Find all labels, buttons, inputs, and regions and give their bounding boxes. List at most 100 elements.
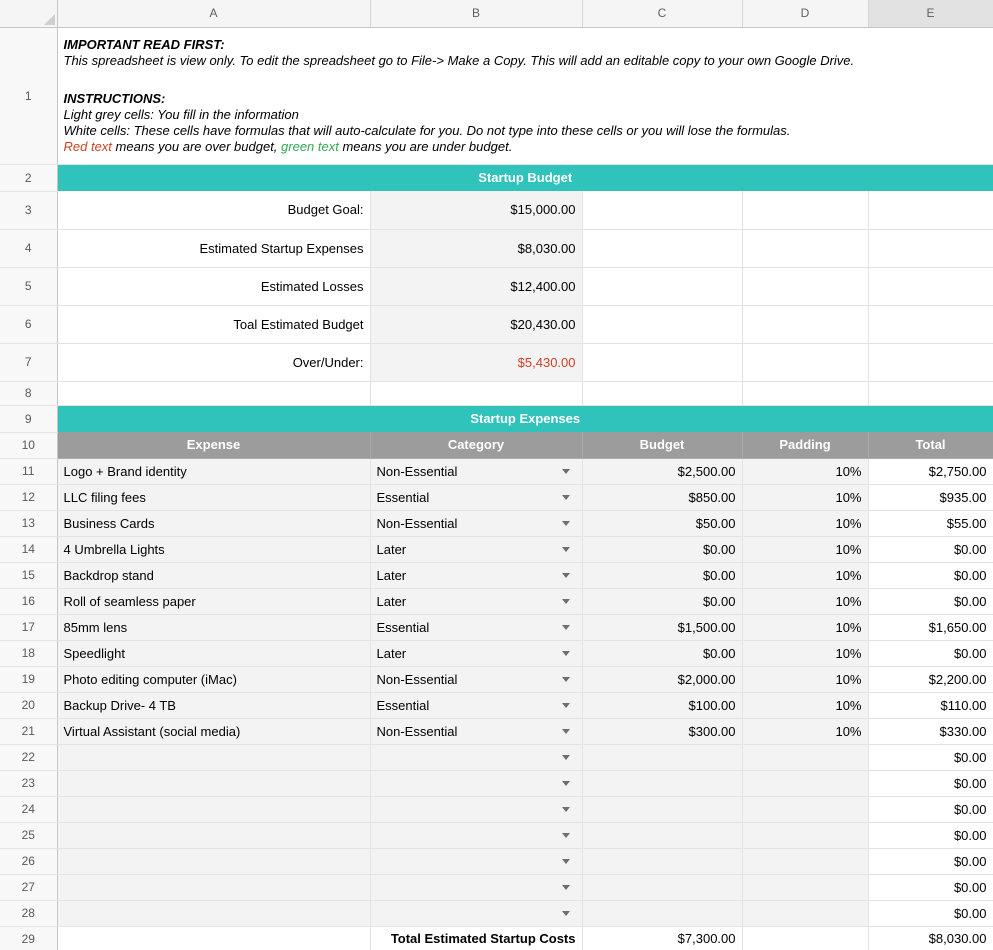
expense-name-cell[interactable]: Virtual Assistant (social media) — [57, 718, 370, 744]
row-number[interactable]: 23 — [0, 770, 57, 796]
total-cell[interactable]: $0.00 — [868, 744, 993, 770]
budget-amount-cell[interactable]: $850.00 — [582, 484, 742, 510]
row-number[interactable]: 18 — [0, 640, 57, 666]
header-padding[interactable]: Padding — [742, 432, 868, 458]
padding-cell[interactable] — [742, 848, 868, 874]
padding-cell[interactable] — [742, 874, 868, 900]
empty-cell[interactable] — [742, 191, 868, 229]
budget-goal-label[interactable]: Budget Goal: — [57, 191, 370, 229]
padding-cell[interactable]: 10% — [742, 588, 868, 614]
expense-name-cell[interactable]: LLC filing fees — [57, 484, 370, 510]
estimated-losses-value[interactable]: $12,400.00 — [370, 267, 582, 305]
dropdown-arrow-icon[interactable] — [562, 469, 570, 474]
expense-name-cell[interactable]: Speedlight — [57, 640, 370, 666]
padding-cell[interactable]: 10% — [742, 666, 868, 692]
budget-amount-cell[interactable]: $2,500.00 — [582, 458, 742, 484]
dropdown-arrow-icon[interactable] — [562, 729, 570, 734]
empty-cell[interactable] — [582, 343, 742, 381]
row-number[interactable]: 15 — [0, 562, 57, 588]
total-cell[interactable]: $0.00 — [868, 588, 993, 614]
padding-cell[interactable]: 10% — [742, 458, 868, 484]
empty-cell[interactable] — [582, 229, 742, 267]
total-cell[interactable]: $330.00 — [868, 718, 993, 744]
column-header-e[interactable]: E — [868, 0, 993, 27]
total-cell[interactable]: $0.00 — [868, 822, 993, 848]
total-budget-sum-cell[interactable]: $7,300.00 — [582, 926, 742, 950]
empty-cell[interactable] — [742, 229, 868, 267]
budget-amount-cell[interactable] — [582, 770, 742, 796]
row-number[interactable]: 13 — [0, 510, 57, 536]
budget-amount-cell[interactable]: $50.00 — [582, 510, 742, 536]
budget-amount-cell[interactable] — [582, 796, 742, 822]
budget-amount-cell[interactable] — [582, 822, 742, 848]
padding-cell[interactable] — [742, 770, 868, 796]
budget-amount-cell[interactable]: $1,500.00 — [582, 614, 742, 640]
padding-cell[interactable]: 10% — [742, 536, 868, 562]
expense-name-cell[interactable]: Photo editing computer (iMac) — [57, 666, 370, 692]
row-number[interactable]: 22 — [0, 744, 57, 770]
empty-cell[interactable] — [742, 305, 868, 343]
row-number[interactable]: 9 — [0, 405, 57, 432]
dropdown-arrow-icon[interactable] — [562, 807, 570, 812]
select-all-corner[interactable] — [0, 0, 57, 27]
expense-name-cell[interactable] — [57, 796, 370, 822]
header-expense[interactable]: Expense — [57, 432, 370, 458]
budget-amount-cell[interactable] — [582, 744, 742, 770]
row-number[interactable]: 19 — [0, 666, 57, 692]
dropdown-arrow-icon[interactable] — [562, 651, 570, 656]
category-dropdown-cell[interactable]: Later — [370, 588, 582, 614]
total-cell[interactable]: $935.00 — [868, 484, 993, 510]
row-number[interactable]: 8 — [0, 381, 57, 405]
empty-cell[interactable] — [868, 381, 993, 405]
dropdown-arrow-icon[interactable] — [562, 911, 570, 916]
column-header-d[interactable]: D — [742, 0, 868, 27]
row-number[interactable]: 7 — [0, 343, 57, 381]
empty-cell[interactable] — [57, 381, 370, 405]
estimated-expenses-label[interactable]: Estimated Startup Expenses — [57, 229, 370, 267]
category-dropdown-cell[interactable] — [370, 770, 582, 796]
category-dropdown-cell[interactable] — [370, 822, 582, 848]
category-dropdown-cell[interactable]: Non-Essential — [370, 458, 582, 484]
budget-amount-cell[interactable] — [582, 874, 742, 900]
budget-goal-value[interactable]: $15,000.00 — [370, 191, 582, 229]
empty-cell[interactable] — [742, 343, 868, 381]
column-header-b[interactable]: B — [370, 0, 582, 27]
padding-cell[interactable] — [742, 796, 868, 822]
padding-cell[interactable] — [742, 822, 868, 848]
header-budget[interactable]: Budget — [582, 432, 742, 458]
dropdown-arrow-icon[interactable] — [562, 547, 570, 552]
total-sum-cell[interactable]: $8,030.00 — [868, 926, 993, 950]
category-dropdown-cell[interactable]: Non-Essential — [370, 718, 582, 744]
budget-amount-cell[interactable]: $0.00 — [582, 588, 742, 614]
budget-section-title[interactable]: Startup Budget — [57, 164, 993, 191]
empty-cell[interactable] — [582, 191, 742, 229]
total-cell[interactable]: $1,650.00 — [868, 614, 993, 640]
empty-cell[interactable] — [57, 926, 370, 950]
row-number[interactable]: 5 — [0, 267, 57, 305]
row-number[interactable]: 6 — [0, 305, 57, 343]
budget-amount-cell[interactable]: $300.00 — [582, 718, 742, 744]
dropdown-arrow-icon[interactable] — [562, 599, 570, 604]
row-number[interactable]: 17 — [0, 614, 57, 640]
row-number[interactable]: 14 — [0, 536, 57, 562]
row-number[interactable]: 20 — [0, 692, 57, 718]
header-total[interactable]: Total — [868, 432, 993, 458]
category-dropdown-cell[interactable] — [370, 900, 582, 926]
row-number[interactable]: 3 — [0, 191, 57, 229]
category-dropdown-cell[interactable] — [370, 744, 582, 770]
budget-amount-cell[interactable] — [582, 900, 742, 926]
expense-name-cell[interactable]: 85mm lens — [57, 614, 370, 640]
total-cell[interactable]: $0.00 — [868, 562, 993, 588]
total-costs-label[interactable]: Total Estimated Startup Costs — [370, 926, 582, 950]
dropdown-arrow-icon[interactable] — [562, 573, 570, 578]
category-dropdown-cell[interactable] — [370, 874, 582, 900]
empty-cell[interactable] — [868, 305, 993, 343]
row-number[interactable]: 2 — [0, 164, 57, 191]
dropdown-arrow-icon[interactable] — [562, 859, 570, 864]
empty-cell[interactable] — [868, 191, 993, 229]
row-number[interactable]: 21 — [0, 718, 57, 744]
dropdown-arrow-icon[interactable] — [562, 677, 570, 682]
empty-cell[interactable] — [582, 381, 742, 405]
dropdown-arrow-icon[interactable] — [562, 495, 570, 500]
empty-cell[interactable] — [582, 305, 742, 343]
